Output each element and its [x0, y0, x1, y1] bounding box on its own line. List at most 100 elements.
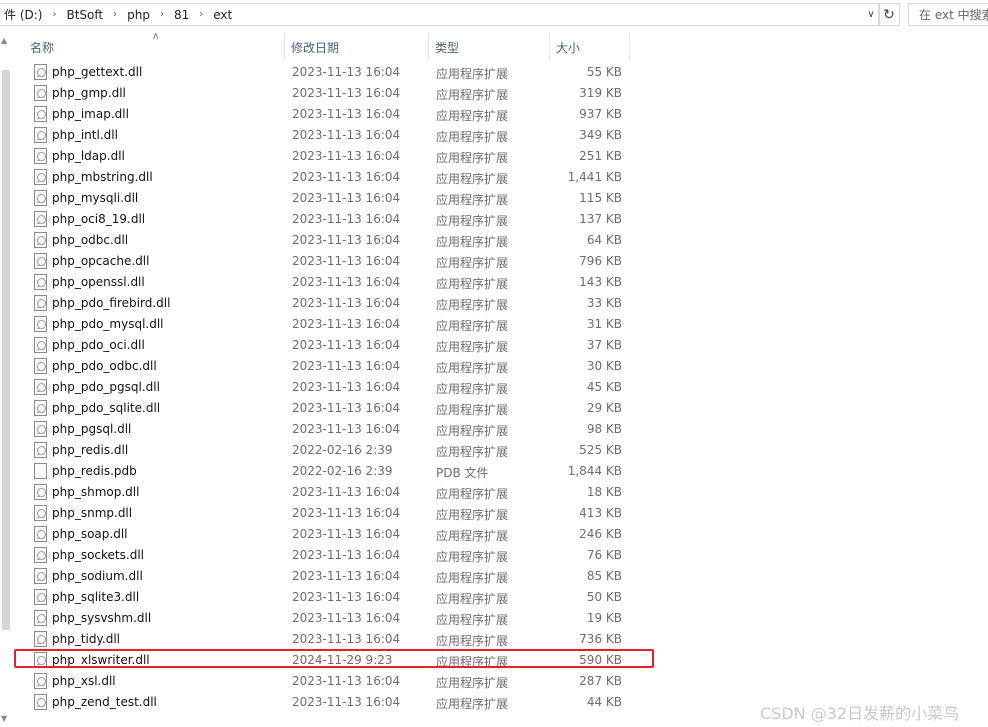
column-header-type[interactable]: 类型 [429, 33, 550, 61]
breadcrumb-btsoft[interactable]: BtSoft [62, 8, 107, 22]
file-size: 85 KB [586, 569, 622, 583]
file-size: 143 KB [579, 275, 622, 289]
table-row[interactable]: php_redis.dll 2022-02-16 2:39 应用程序扩展 525 KB [28, 440, 632, 461]
file-name: php_imap.dll [52, 107, 129, 121]
file-name: php_sockets.dll [52, 548, 144, 562]
table-row[interactable]: php_tidy.dll 2023-11-13 16:04 应用程序扩展 736 KB [28, 629, 632, 650]
table-row[interactable]: php_opcache.dll 2023-11-13 16:04 应用程序扩展 796… [28, 251, 632, 272]
file-date: 2023-11-13 16:04 [292, 527, 401, 541]
dll-icon [34, 484, 47, 500]
table-row[interactable]: php_snmp.dll 2023-11-13 16:04 应用程序扩展 413 KB [28, 503, 632, 524]
column-header-date-label: 修改日期 [291, 40, 340, 55]
table-row[interactable]: php_shmop.dll 2023-11-13 16:04 应用程序扩展 18 KB [28, 482, 632, 503]
file-type: 应用程序扩展 [436, 340, 509, 354]
file-name: php_gmp.dll [52, 86, 126, 100]
file-type: 应用程序扩展 [436, 697, 509, 711]
file-type: 应用程序扩展 [436, 298, 509, 312]
file-date: 2022-02-16 2:39 [292, 464, 393, 478]
file-type: 应用程序扩展 [436, 193, 509, 207]
table-row[interactable]: php_pdo_oci.dll 2023-11-13 16:04 应用程序扩展 37 … [28, 335, 632, 356]
file-type: 应用程序扩展 [436, 151, 509, 165]
table-row[interactable]: php_oci8_19.dll 2023-11-13 16:04 应用程序扩展 137… [28, 209, 632, 230]
refresh-button[interactable]: ↻ [878, 3, 900, 26]
file-name: php_pdo_sqlite.dll [52, 401, 161, 415]
table-row[interactable]: php_mbstring.dll 2023-11-13 16:04 应用程序扩展 1,… [28, 167, 632, 188]
table-row[interactable]: php_imap.dll 2023-11-13 16:04 应用程序扩展 937 KB [28, 104, 632, 125]
file-name: php_openssl.dll [52, 275, 145, 289]
column-header-name[interactable]: 名称 ∧ [12, 31, 285, 61]
file-type: 应用程序扩展 [436, 277, 509, 291]
dll-icon [34, 106, 47, 122]
file-date: 2023-11-13 16:04 [292, 107, 401, 121]
file-size: 413 KB [579, 506, 622, 520]
file-size: 137 KB [579, 212, 622, 226]
file-type: 应用程序扩展 [436, 550, 509, 564]
file-date: 2022-02-16 2:39 [292, 443, 393, 457]
scrollbar-thumb[interactable] [2, 70, 10, 630]
file-date: 2023-11-13 16:04 [292, 401, 401, 415]
table-row[interactable]: php_sysvshm.dll 2023-11-13 16:04 应用程序扩展 19 … [28, 608, 632, 629]
file-type: 应用程序扩展 [436, 361, 509, 375]
table-row[interactable]: php_pdo_mysql.dll 2023-11-13 16:04 应用程序扩展 3… [28, 314, 632, 335]
column-header-date[interactable]: 修改日期 [285, 33, 429, 61]
table-row[interactable]: php_soap.dll 2023-11-13 16:04 应用程序扩展 246 KB [28, 524, 632, 545]
dll-icon [34, 211, 47, 227]
dll-icon [34, 127, 47, 143]
column-header-size[interactable]: 大小 [550, 33, 630, 61]
table-row[interactable]: php_pdo_pgsql.dll 2023-11-13 16:04 应用程序扩展 4… [28, 377, 632, 398]
breadcrumb-drive[interactable]: 件 (D:) [0, 6, 46, 23]
table-row[interactable]: php_openssl.dll 2023-11-13 16:04 应用程序扩展 143… [28, 272, 632, 293]
vertical-scrollbar[interactable]: ▲ ▼ [0, 30, 12, 727]
breadcrumb-81[interactable]: 81 [170, 8, 193, 22]
file-date: 2023-11-13 16:04 [292, 569, 401, 583]
file-type: 应用程序扩展 [436, 109, 509, 123]
table-row[interactable]: php_gmp.dll 2023-11-13 16:04 应用程序扩展 319 KB [28, 83, 632, 104]
search-input[interactable]: 在 ext 中搜索 [908, 3, 988, 26]
table-row[interactable]: php_xsl.dll 2023-11-13 16:04 应用程序扩展 287 KB [28, 671, 632, 692]
table-row[interactable]: php_gettext.dll 2023-11-13 16:04 应用程序扩展 55 … [28, 62, 632, 83]
dll-icon [34, 379, 47, 395]
table-row[interactable]: php_sockets.dll 2023-11-13 16:04 应用程序扩展 76 … [28, 545, 632, 566]
breadcrumb-ext[interactable]: ext [209, 8, 236, 22]
table-row[interactable]: php_ldap.dll 2023-11-13 16:04 应用程序扩展 251 KB [28, 146, 632, 167]
table-row[interactable]: php_pdo_odbc.dll 2023-11-13 16:04 应用程序扩展 30… [28, 356, 632, 377]
dll-icon [34, 589, 47, 605]
chevron-right-icon[interactable]: › [154, 9, 170, 20]
file-name: php_sysvshm.dll [52, 611, 152, 625]
file-type: 应用程序扩展 [436, 487, 509, 501]
table-row[interactable]: php_pdo_sqlite.dll 2023-11-13 16:04 应用程序扩展… [28, 398, 632, 419]
file-date: 2023-11-13 16:04 [292, 65, 401, 79]
file-date: 2023-11-13 16:04 [292, 149, 401, 163]
chevron-right-icon[interactable]: › [193, 9, 209, 20]
address-bar[interactable]: 件 (D:) › BtSoft › php › 81 › ext ∨ [0, 3, 880, 26]
dll-icon [34, 568, 47, 584]
table-row[interactable]: php_zend_test.dll 2023-11-13 16:04 应用程序扩展 4… [28, 692, 632, 713]
chevron-down-icon[interactable]: ∨ [863, 4, 879, 25]
table-row[interactable]: php_sqlite3.dll 2023-11-13 16:04 应用程序扩展 50 … [28, 587, 632, 608]
file-type: 应用程序扩展 [436, 88, 509, 102]
table-row[interactable]: php_intl.dll 2023-11-13 16:04 应用程序扩展 349 KB [28, 125, 632, 146]
file-date: 2023-11-13 16:04 [292, 86, 401, 100]
scroll-down-icon[interactable]: ▼ [1, 714, 7, 723]
breadcrumb-php[interactable]: php [123, 8, 154, 22]
table-row[interactable]: php_odbc.dll 2023-11-13 16:04 应用程序扩展 64 KB [28, 230, 632, 251]
table-row[interactable]: php_pgsql.dll 2023-11-13 16:04 应用程序扩展 98 KB [28, 419, 632, 440]
file-name: php_ldap.dll [52, 149, 125, 163]
file-type: 应用程序扩展 [436, 529, 509, 543]
scroll-up-icon[interactable]: ▲ [1, 36, 7, 45]
chevron-right-icon[interactable]: › [46, 9, 62, 20]
file-name: php_opcache.dll [52, 254, 150, 268]
file-type: 应用程序扩展 [436, 571, 509, 585]
file-date: 2023-11-13 16:04 [292, 233, 401, 247]
table-row[interactable]: php_sodium.dll 2023-11-13 16:04 应用程序扩展 85 K… [28, 566, 632, 587]
chevron-right-icon[interactable]: › [107, 9, 123, 20]
file-size: 19 KB [586, 611, 622, 625]
table-row[interactable]: php_pdo_firebird.dll 2023-11-13 16:04 应用程序… [28, 293, 632, 314]
file-name: php_gettext.dll [52, 65, 143, 79]
table-row[interactable]: php_mysqli.dll 2023-11-13 16:04 应用程序扩展 115 … [28, 188, 632, 209]
file-type: 应用程序扩展 [436, 424, 509, 438]
table-row[interactable]: php_redis.pdb 2022-02-16 2:39 PDB 文件 1,844 … [28, 461, 632, 482]
dll-icon [34, 148, 47, 164]
file-type: 应用程序扩展 [436, 676, 509, 690]
file-type: 应用程序扩展 [436, 592, 509, 606]
